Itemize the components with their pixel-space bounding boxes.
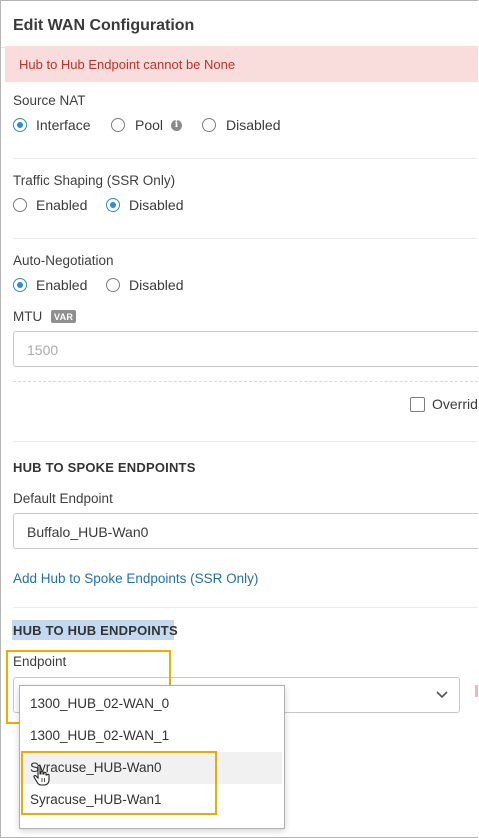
auto-negotiation-enabled-label[interactable]: Enabled (36, 277, 87, 293)
error-message: Hub to Hub Endpoint cannot be None (19, 57, 236, 72)
traffic-shaping-enabled-label[interactable]: Enabled (36, 197, 87, 213)
default-endpoint-label: Default Endpoint (13, 491, 113, 506)
error-indicator (475, 685, 478, 697)
traffic-shaping-label: Traffic Shaping (SSR Only) (13, 173, 176, 188)
default-endpoint-field[interactable]: Buffalo_HUB-Wan0 (13, 513, 478, 549)
traffic-shaping-disabled-radio[interactable] (106, 198, 120, 212)
divider (13, 238, 478, 239)
edit-wan-panel: Edit WAN Configuration Hub to Hub Endpoi… (0, 0, 478, 838)
dropdown-option[interactable]: 1300_HUB_02-WAN_1 (20, 720, 282, 752)
hub-to-spoke-heading: HUB TO SPOKE ENDPOINTS (13, 460, 196, 475)
source-nat-pool-label[interactable]: Pool (135, 117, 163, 133)
divider (13, 441, 478, 442)
syracuse-highlight-box (21, 751, 217, 815)
auto-negotiation-label: Auto-Negotiation (13, 253, 114, 268)
source-nat-label: Source NAT (13, 93, 86, 108)
auto-negotiation-disabled-label[interactable]: Disabled (129, 277, 183, 293)
default-endpoint-value: Buffalo_HUB-Wan0 (27, 524, 149, 540)
dropdown-option-label: 1300_HUB_02-WAN_1 (30, 728, 170, 743)
source-nat-pool-radio[interactable] (111, 118, 125, 132)
panel-header: Edit WAN Configuration (1, 1, 478, 48)
traffic-shaping-disabled-label[interactable]: Disabled (129, 197, 183, 213)
override-checkbox[interactable] (410, 397, 425, 412)
divider (13, 158, 478, 159)
hand-cursor-icon (33, 764, 50, 786)
source-nat-interface-radio[interactable] (13, 118, 27, 132)
dropdown-option-label: 1300_HUB_02-WAN_0 (30, 696, 170, 711)
traffic-shaping-enabled-radio[interactable] (13, 198, 27, 212)
mtu-label: MTU (13, 309, 43, 324)
hub-to-hub-heading: HUB TO HUB ENDPOINTS (13, 623, 178, 638)
error-banner: Hub to Hub Endpoint cannot be None (5, 46, 478, 82)
chevron-down-icon (436, 691, 448, 699)
source-nat-disabled-label[interactable]: Disabled (226, 117, 280, 133)
mtu-placeholder: 1500 (27, 342, 59, 358)
source-nat-interface-label[interactable]: Interface (36, 117, 90, 133)
auto-negotiation-enabled-radio[interactable] (13, 278, 27, 292)
var-badge: VAR (51, 310, 77, 323)
divider (13, 381, 478, 382)
divider (13, 607, 478, 608)
source-nat-disabled-radio[interactable] (202, 118, 216, 132)
mtu-input[interactable]: 1500 (13, 331, 478, 367)
add-hub-to-spoke-link[interactable]: Add Hub to Spoke Endpoints (SSR Only) (13, 571, 258, 586)
override-label[interactable]: Overrid (432, 396, 478, 412)
auto-negotiation-disabled-radio[interactable] (106, 278, 120, 292)
panel-title: Edit WAN Configuration (13, 17, 195, 34)
info-icon[interactable]: i (171, 120, 182, 131)
dropdown-option[interactable]: 1300_HUB_02-WAN_0 (20, 688, 282, 720)
